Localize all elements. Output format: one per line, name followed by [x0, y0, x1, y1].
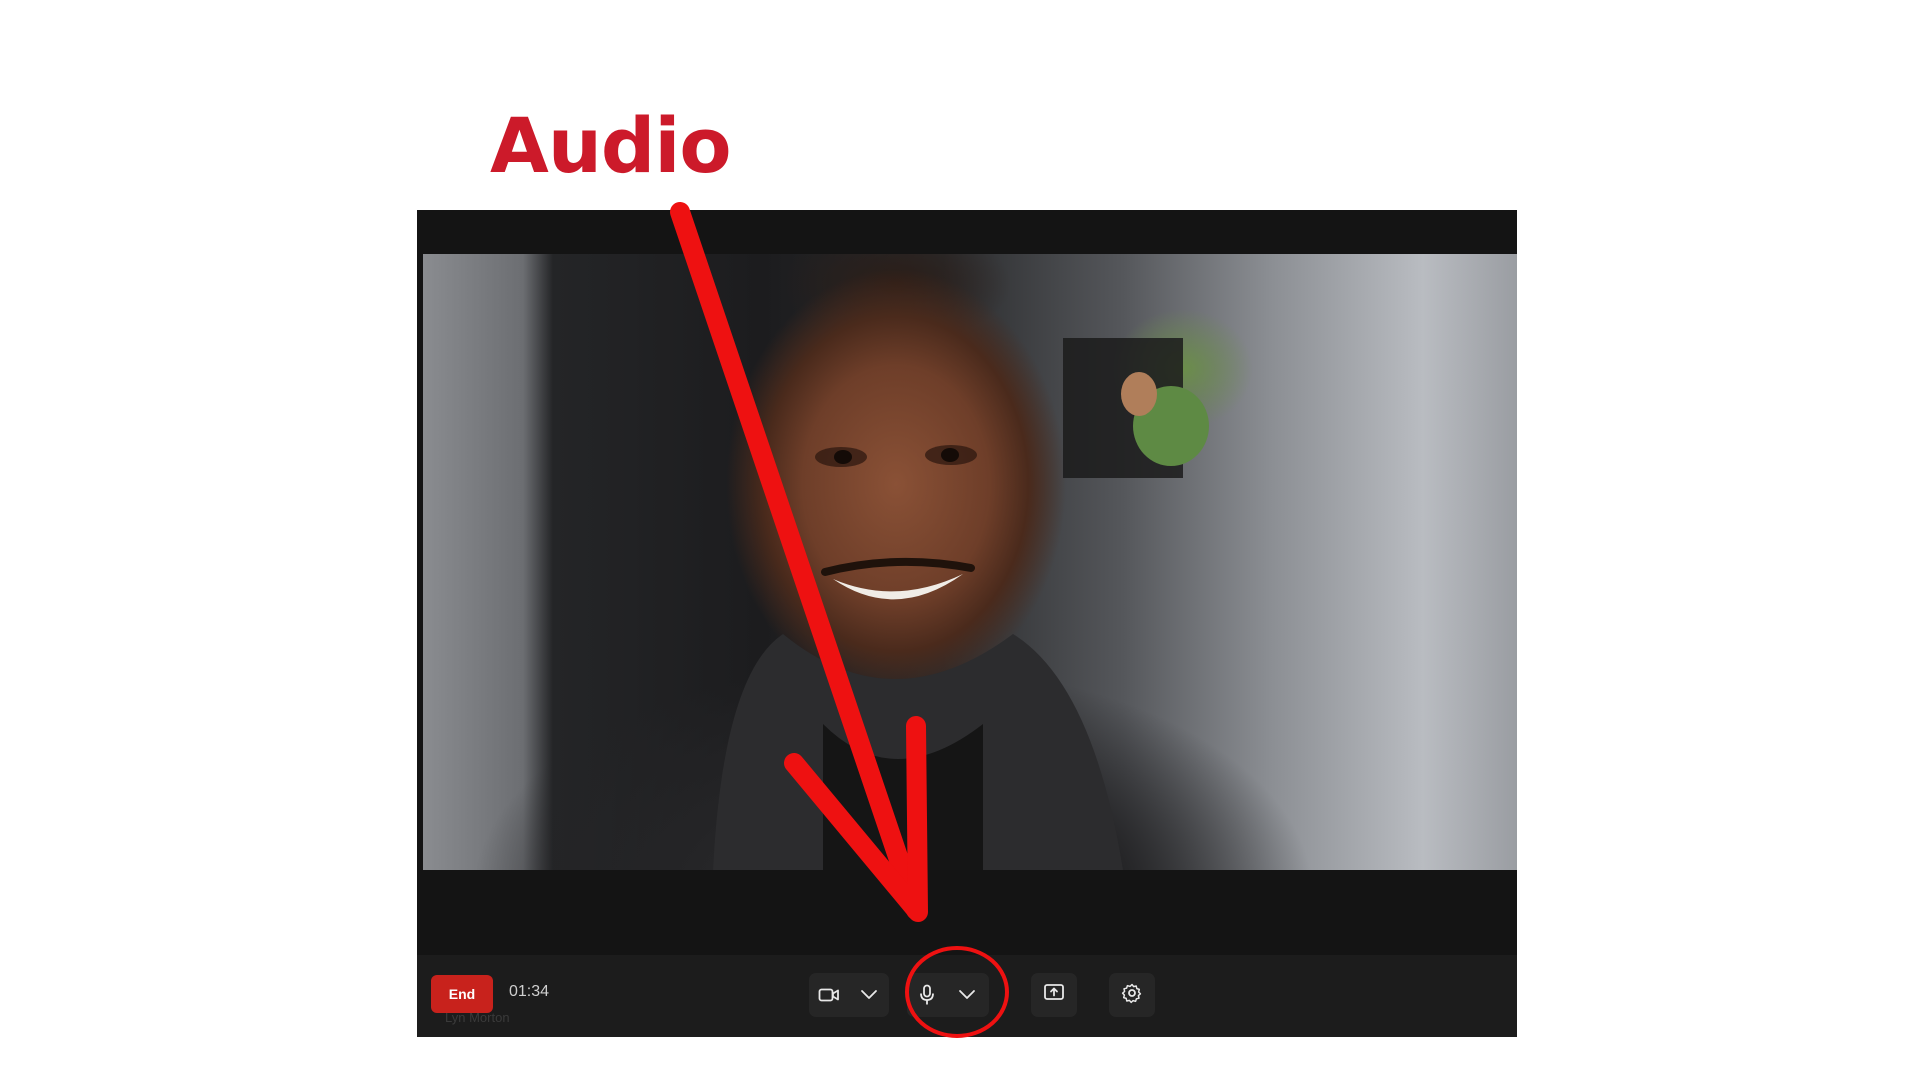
settings-button[interactable]	[1109, 973, 1155, 1017]
chevron-down-icon	[860, 989, 878, 1001]
video-camera-icon	[818, 986, 840, 1004]
camera-options-button[interactable]	[849, 973, 889, 1017]
end-call-button[interactable]: End	[431, 975, 493, 1013]
participant-name-label: Lyn Morton	[445, 1010, 510, 1025]
camera-toggle-button[interactable]	[809, 973, 849, 1017]
video-call-window: End 01:34 Lyn Morton	[417, 210, 1517, 1037]
share-screen-button[interactable]	[1031, 973, 1077, 1017]
microphone-icon	[918, 984, 936, 1006]
camera-control-group	[809, 973, 889, 1017]
participant-video	[423, 254, 1517, 870]
audio-annotation-heading: Audio	[490, 101, 732, 190]
chevron-down-icon	[958, 989, 976, 1001]
call-timer: 01:34	[509, 983, 550, 1000]
microphone-control-group	[907, 973, 989, 1017]
microphone-options-button[interactable]	[947, 973, 987, 1017]
gear-icon	[1121, 982, 1143, 1009]
microphone-toggle-button[interactable]	[907, 973, 947, 1017]
call-control-bar: End 01:34	[417, 955, 1517, 1037]
share-screen-icon	[1043, 983, 1065, 1008]
